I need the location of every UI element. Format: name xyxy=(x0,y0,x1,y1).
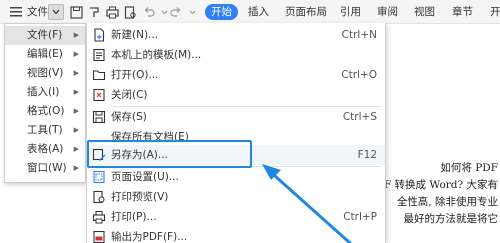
menu-shortcut: F12 xyxy=(357,149,377,161)
chevron-right-icon: ▶ xyxy=(73,31,79,39)
tab-references[interactable]: 引用 xyxy=(340,4,361,20)
menu-item-label: 表格(A) xyxy=(27,143,64,155)
chevron-right-icon: ▶ xyxy=(73,50,79,58)
template-icon xyxy=(92,48,106,62)
chevron-right-icon: ▶ xyxy=(73,107,79,115)
redo-icon[interactable] xyxy=(168,4,184,20)
file-menu-button[interactable]: 文件 xyxy=(27,4,48,20)
print-icon xyxy=(92,210,106,224)
chevron-right-icon: ▶ xyxy=(73,164,79,172)
file-menu: 文件(F) ▶ 编辑(E) ▶ 视图(V) ▶ 插入(I) ▶ 格式(O) ▶ 工具(T)… xyxy=(4,23,86,183)
menu-item-label: 格式(O) xyxy=(27,105,65,117)
menu-item-label: 输出为PDF(F)... xyxy=(111,231,188,243)
menu-item-label: 本机上的模板(M)... xyxy=(111,49,202,61)
print-preview-icon[interactable] xyxy=(122,4,138,20)
save-icon xyxy=(92,110,106,124)
chevron-right-icon: ▶ xyxy=(73,145,79,153)
menu-item-export-pdf[interactable]: 输出为PDF(F)... xyxy=(87,227,385,243)
menu-item-open[interactable]: 打开(O)... Ctrl+O xyxy=(87,65,385,85)
menu-item-label: 视图(V) xyxy=(27,67,64,79)
menu-item-print[interactable]: 打印(P)... Ctrl+P xyxy=(87,207,385,227)
chevron-right-icon: ▶ xyxy=(73,69,79,77)
pdf-icon xyxy=(92,230,106,243)
menu-shortcut: Ctrl+N xyxy=(341,29,377,41)
open-folder-icon xyxy=(92,68,106,82)
menu-item-label: 编辑(E) xyxy=(27,48,63,60)
menu-shortcut: Ctrl+P xyxy=(343,211,377,223)
highlight-box xyxy=(87,140,252,168)
menu-item-label: 关闭(C) xyxy=(111,89,148,101)
hamburger-icon[interactable] xyxy=(8,4,24,20)
print-preview-icon xyxy=(92,190,106,204)
menu-item-window[interactable]: 窗口(W) ▶ xyxy=(5,159,85,178)
menu-shortcut: Ctrl+O xyxy=(341,69,377,81)
menu-item-label: 新建(N)... xyxy=(111,29,159,41)
doc-text-line: DF 转换成 Word? 大家有 xyxy=(375,179,499,191)
tab-review[interactable]: 审阅 xyxy=(377,4,398,20)
doc-text-line: 如何将 PDF xyxy=(440,162,498,174)
menu-item-page-setup[interactable]: 页面设置(U)... xyxy=(87,167,385,187)
menu-item-table[interactable]: 表格(A) ▶ xyxy=(5,140,85,159)
menu-item-label: 打印(P)... xyxy=(111,211,157,223)
tab-chapter[interactable]: 章节 xyxy=(452,4,473,20)
chevron-down-icon[interactable] xyxy=(48,4,64,20)
menu-item-view[interactable]: 视图(V) ▶ xyxy=(5,64,85,83)
menu-item-insert[interactable]: 插入(I) ▶ xyxy=(5,83,85,102)
menu-item-label: 页面设置(U)... xyxy=(111,171,179,183)
menu-item-edit[interactable]: 编辑(E) ▶ xyxy=(5,45,85,64)
menu-item-new[interactable]: 新建(N)... Ctrl+N xyxy=(87,25,385,45)
tab-view[interactable]: 视图 xyxy=(414,4,435,20)
menu-item-local-templates[interactable]: 本机上的模板(M)... xyxy=(87,45,385,65)
print-icon[interactable] xyxy=(104,4,120,20)
menu-item-print-preview[interactable]: 打印预览(V) xyxy=(87,187,385,207)
tab-developer[interactable]: 开 xyxy=(490,4,500,20)
page-setup-icon xyxy=(92,170,106,184)
menu-shortcut: Ctrl+S xyxy=(342,111,377,123)
tab-page-layout[interactable]: 页面布局 xyxy=(285,4,327,20)
menu-item-close[interactable]: 关闭(C) xyxy=(87,85,385,105)
menu-item-label: 打开(O)... xyxy=(111,69,159,81)
new-doc-icon xyxy=(92,28,106,42)
menu-item-label: 打印预览(V) xyxy=(111,191,169,203)
tab-home[interactable]: 开始 xyxy=(205,4,238,20)
menu-item-save[interactable]: 保存(S) Ctrl+S xyxy=(87,107,385,127)
more-dropdown-icon[interactable] xyxy=(184,4,200,20)
doc-text-line: 全性高, 除非使用专业 xyxy=(396,196,498,208)
menu-item-format[interactable]: 格式(O) ▶ xyxy=(5,102,85,121)
menu-item-label: 插入(I) xyxy=(27,86,60,98)
menu-item-label: 窗口(W) xyxy=(27,162,67,174)
close-doc-icon xyxy=(92,88,106,102)
top-toolbar: 文件 开始 插入 页面布局 引用 审阅 视图 章节 开 xyxy=(0,0,500,24)
format-painter-icon[interactable] xyxy=(86,4,102,20)
menu-item-label: 工具(T) xyxy=(27,124,63,136)
tab-insert[interactable]: 插入 xyxy=(248,4,269,20)
menu-item-label: 文件(F) xyxy=(27,29,63,41)
save-icon[interactable] xyxy=(68,4,84,20)
chevron-right-icon: ▶ xyxy=(73,88,79,96)
chevron-right-icon: ▶ xyxy=(73,126,79,134)
doc-text-line: 最好的方法就是将它 xyxy=(403,213,499,225)
menu-item-label: 保存(S) xyxy=(111,111,147,123)
menu-item-tools[interactable]: 工具(T) ▶ xyxy=(5,121,85,140)
undo-icon[interactable] xyxy=(141,4,157,20)
file-submenu: 新建(N)... Ctrl+N 本机上的模板(M)... 打开(O)... Ct… xyxy=(86,23,386,243)
menu-item-file[interactable]: 文件(F) ▶ xyxy=(5,26,85,45)
